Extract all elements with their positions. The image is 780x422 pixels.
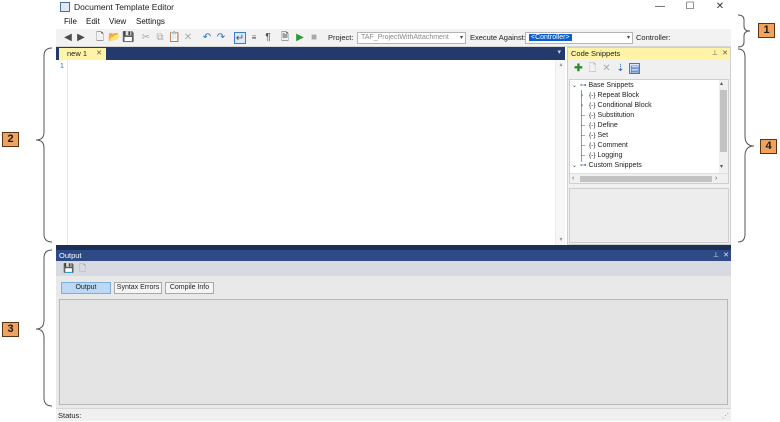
callout-2: 2 [2, 132, 19, 147]
callout-1: 1 [758, 23, 775, 38]
callout-4: 4 [760, 139, 777, 154]
callout-3: 3 [2, 322, 19, 337]
callout-brackets [35, 14, 755, 407]
